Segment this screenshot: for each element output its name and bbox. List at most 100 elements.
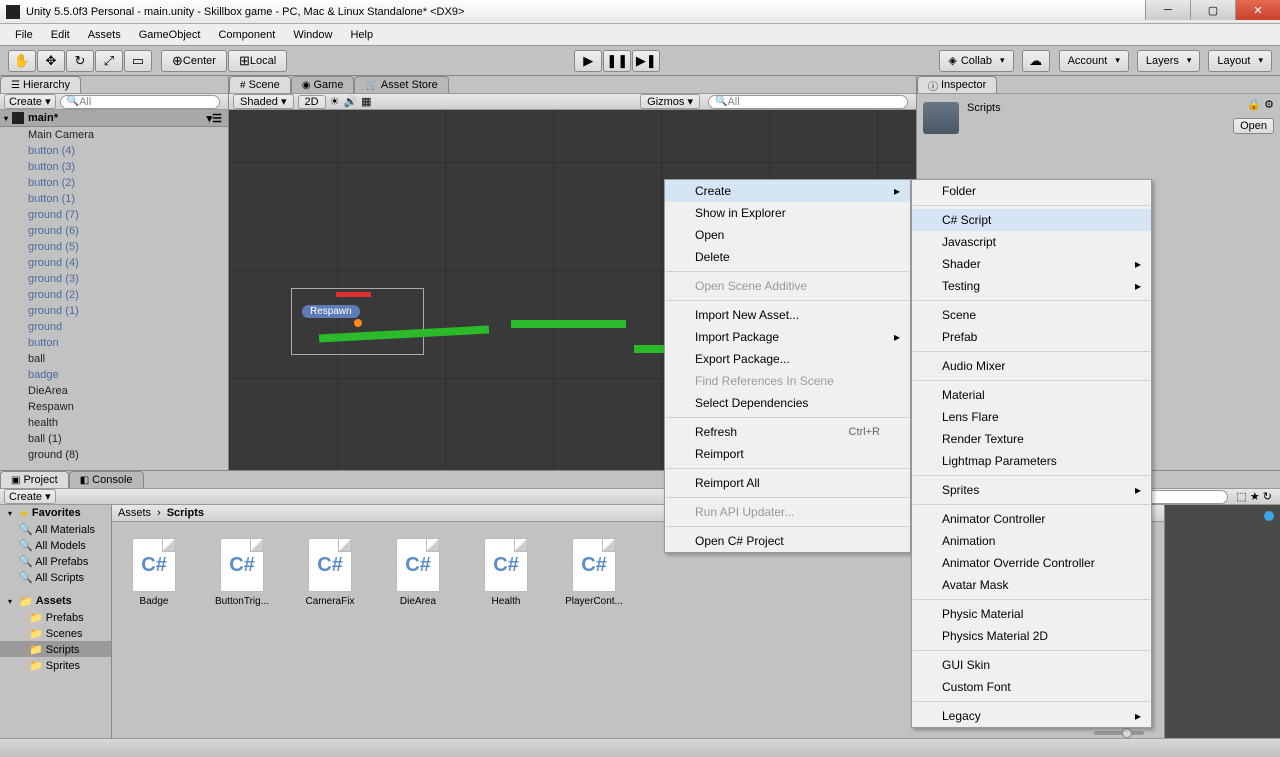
menu-item[interactable]: Import Package bbox=[665, 326, 910, 348]
breadcrumb-assets[interactable]: Assets bbox=[118, 507, 151, 519]
menu-component[interactable]: Component bbox=[209, 27, 284, 43]
menu-item[interactable]: Export Package... bbox=[665, 348, 910, 370]
account-dropdown[interactable]: Account bbox=[1059, 50, 1129, 72]
hierarchy-item[interactable]: ground (1) bbox=[0, 303, 228, 319]
menu-item[interactable]: Reimport bbox=[665, 443, 910, 465]
hierarchy-item[interactable]: button (1) bbox=[0, 191, 228, 207]
menu-item[interactable]: RefreshCtrl+R bbox=[665, 421, 910, 443]
menu-item[interactable]: Sprites bbox=[912, 479, 1151, 501]
favorites-header[interactable]: ▾★Favorites bbox=[0, 505, 111, 521]
scene-search[interactable]: 🔍All bbox=[708, 95, 908, 109]
menu-item[interactable]: Legacy bbox=[912, 705, 1151, 727]
hierarchy-item[interactable]: badge bbox=[0, 367, 228, 383]
hierarchy-item[interactable]: ground (2) bbox=[0, 287, 228, 303]
scene-tab[interactable]: # Scene bbox=[229, 76, 291, 93]
favorite-item[interactable]: 🔍 All Prefabs bbox=[0, 553, 111, 569]
menu-item[interactable]: Physics Material 2D bbox=[912, 625, 1151, 647]
favorite-item[interactable]: 🔍 All Scripts bbox=[0, 569, 111, 585]
hierarchy-create-dropdown[interactable]: Create ▾ bbox=[4, 94, 56, 109]
hand-tool[interactable]: ✋ bbox=[8, 50, 36, 72]
menu-item[interactable]: Prefab bbox=[912, 326, 1151, 348]
mode-2d-toggle[interactable]: 2D bbox=[298, 95, 326, 109]
hierarchy-item[interactable]: ground bbox=[0, 319, 228, 335]
hierarchy-item[interactable]: button (3) bbox=[0, 159, 228, 175]
menu-item[interactable]: Javascript bbox=[912, 231, 1151, 253]
open-button[interactable]: Open bbox=[1233, 118, 1274, 134]
pivot-center-button[interactable]: ⊕ Center bbox=[161, 50, 227, 72]
script-file[interactable]: C#PlayerCont... bbox=[564, 538, 624, 607]
hierarchy-item[interactable]: ground (3) bbox=[0, 271, 228, 287]
menu-gameobject[interactable]: GameObject bbox=[130, 27, 210, 43]
script-file[interactable]: C#ButtonTrig... bbox=[212, 538, 272, 607]
pause-button[interactable]: ❚❚ bbox=[603, 50, 631, 72]
hierarchy-item[interactable]: ground (5) bbox=[0, 239, 228, 255]
hierarchy-item[interactable]: ground (6) bbox=[0, 223, 228, 239]
breadcrumb-scripts[interactable]: Scripts bbox=[167, 507, 204, 519]
rotate-tool[interactable]: ↻ bbox=[66, 50, 94, 72]
menu-item[interactable]: Material bbox=[912, 384, 1151, 406]
asset-folder[interactable]: 📁 Scenes bbox=[0, 625, 111, 641]
menu-edit[interactable]: Edit bbox=[42, 27, 79, 43]
menu-window[interactable]: Window bbox=[284, 27, 341, 43]
layout-dropdown[interactable]: Layout bbox=[1208, 50, 1272, 72]
menu-item[interactable]: Show in Explorer bbox=[665, 202, 910, 224]
menu-item[interactable]: Create bbox=[665, 180, 910, 202]
audio-icon[interactable]: 🔊 bbox=[343, 95, 357, 108]
hierarchy-item[interactable]: button (2) bbox=[0, 175, 228, 191]
menu-item[interactable]: Animator Controller bbox=[912, 508, 1151, 530]
project-tab[interactable]: ▣ Project bbox=[0, 471, 69, 488]
script-file[interactable]: C#Badge bbox=[124, 538, 184, 607]
menu-item[interactable]: Import New Asset... bbox=[665, 304, 910, 326]
hierarchy-item[interactable]: Main Camera bbox=[0, 127, 228, 143]
hierarchy-item[interactable]: ball (1) bbox=[0, 431, 228, 447]
hierarchy-item[interactable]: DieArea bbox=[0, 383, 228, 399]
shaded-dropdown[interactable]: Shaded ▾ bbox=[233, 94, 294, 109]
assetstore-tab[interactable]: 🛒 Asset Store bbox=[354, 76, 448, 93]
menu-item[interactable]: Open bbox=[665, 224, 910, 246]
pivot-local-button[interactable]: ⊞ Local bbox=[228, 50, 287, 72]
lighting-icon[interactable]: ☀ bbox=[330, 95, 340, 108]
maximize-button[interactable]: ▢ bbox=[1190, 0, 1235, 20]
script-file[interactable]: C#CameraFix bbox=[300, 538, 360, 607]
menu-item[interactable]: Physic Material bbox=[912, 603, 1151, 625]
favorite-item[interactable]: 🔍 All Materials bbox=[0, 521, 111, 537]
close-button[interactable]: ✕ bbox=[1235, 0, 1280, 20]
menu-item[interactable]: Animator Override Controller bbox=[912, 552, 1151, 574]
play-button[interactable]: ▶ bbox=[574, 50, 602, 72]
gizmos-dropdown[interactable]: Gizmos ▾ bbox=[640, 94, 700, 109]
move-tool[interactable]: ✥ bbox=[37, 50, 65, 72]
respawn-label[interactable]: Respawn bbox=[302, 305, 360, 318]
zoom-slider[interactable] bbox=[1094, 731, 1144, 735]
menu-item[interactable]: Lightmap Parameters bbox=[912, 450, 1151, 472]
hierarchy-item[interactable]: ground (8) bbox=[0, 447, 228, 463]
ball-object[interactable] bbox=[354, 319, 362, 327]
hierarchy-item[interactable]: button (4) bbox=[0, 143, 228, 159]
menu-file[interactable]: File bbox=[6, 27, 42, 43]
layers-dropdown[interactable]: Layers bbox=[1137, 50, 1201, 72]
menu-item[interactable]: Animation bbox=[912, 530, 1151, 552]
menu-item[interactable]: Avatar Mask bbox=[912, 574, 1151, 596]
menu-item[interactable]: GUI Skin bbox=[912, 654, 1151, 676]
menu-item[interactable]: Render Texture bbox=[912, 428, 1151, 450]
asset-folder[interactable]: 📁 Sprites bbox=[0, 657, 111, 673]
menu-item[interactable]: Testing bbox=[912, 275, 1151, 297]
menu-assets[interactable]: Assets bbox=[79, 27, 130, 43]
console-tab[interactable]: ◧ Console bbox=[69, 471, 144, 488]
rect-tool[interactable]: ▭ bbox=[124, 50, 152, 72]
project-create-dropdown[interactable]: Create ▾ bbox=[4, 489, 56, 504]
scene-header[interactable]: main* ▾☰ bbox=[0, 110, 228, 127]
menu-item[interactable]: Shader bbox=[912, 253, 1151, 275]
hierarchy-search[interactable]: 🔍All bbox=[60, 95, 220, 109]
menu-item[interactable]: Custom Font bbox=[912, 676, 1151, 698]
step-button[interactable]: ▶❚ bbox=[632, 50, 660, 72]
hierarchy-item[interactable]: ground (4) bbox=[0, 255, 228, 271]
assets-header[interactable]: ▾📁Assets bbox=[0, 593, 111, 609]
menu-item[interactable]: Select Dependencies bbox=[665, 392, 910, 414]
cloud-button[interactable]: ☁ bbox=[1022, 50, 1050, 72]
fx-icon[interactable]: ▦ bbox=[361, 95, 371, 108]
menu-item[interactable]: Delete bbox=[665, 246, 910, 268]
menu-item[interactable]: Audio Mixer bbox=[912, 355, 1151, 377]
hierarchy-item[interactable]: health bbox=[0, 415, 228, 431]
hierarchy-item[interactable]: Respawn bbox=[0, 399, 228, 415]
script-file[interactable]: C#DieArea bbox=[388, 538, 448, 607]
